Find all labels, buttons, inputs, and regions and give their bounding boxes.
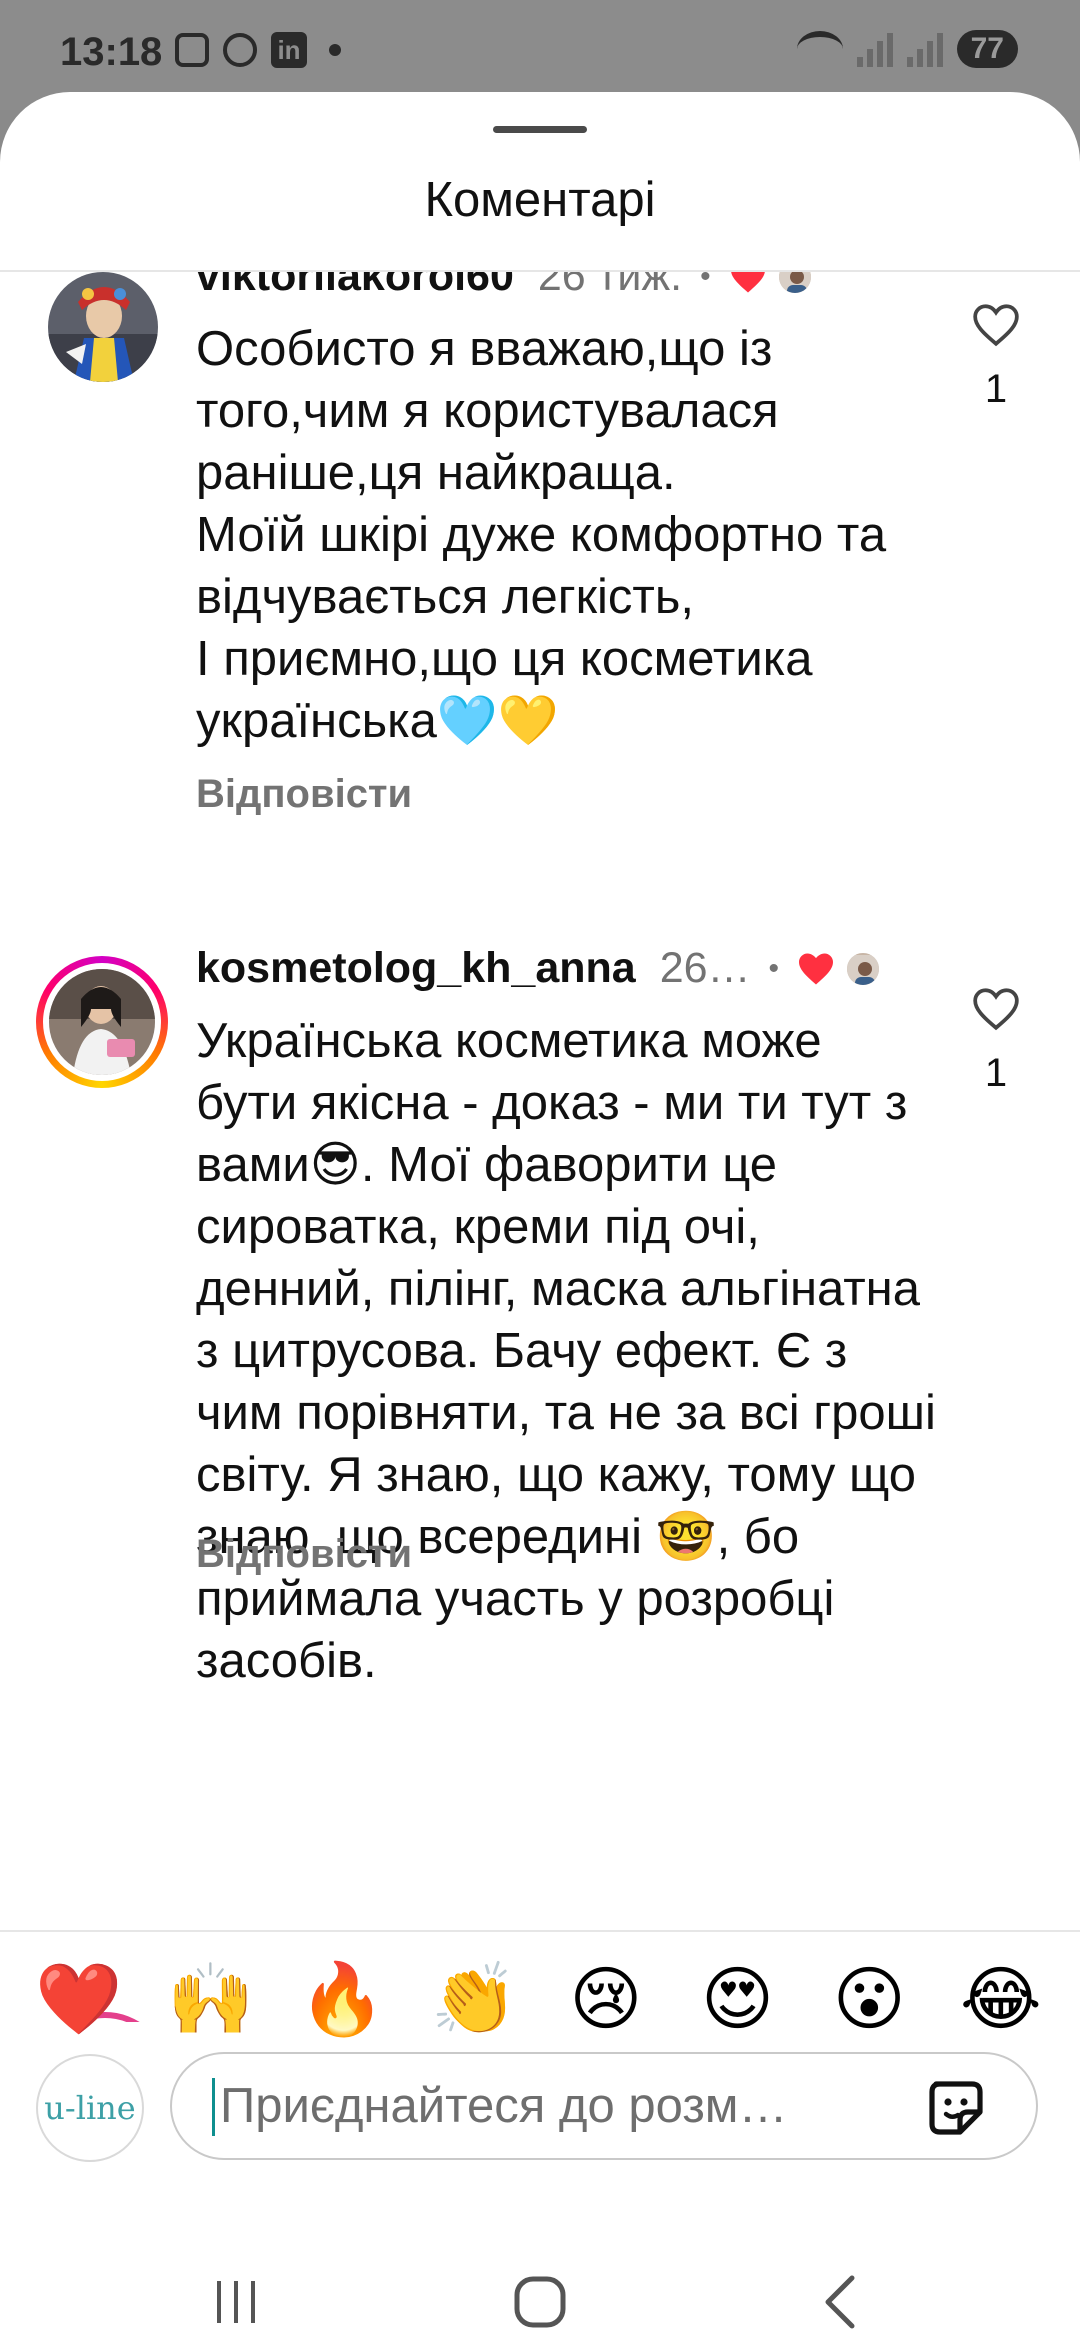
emoji-heart-eyes[interactable]: 😍 <box>693 1954 783 2044</box>
creator-liked-heart-icon <box>730 272 765 292</box>
recents-icon <box>217 2281 255 2323</box>
like-count: 1 <box>984 367 1008 411</box>
drag-handle[interactable] <box>493 126 587 133</box>
comment-text: Українська косметика може бути якісна - … <box>196 1014 950 1688</box>
system-icons: 77 <box>796 30 1018 68</box>
comment-time: 26 тиж. <box>537 272 683 300</box>
creator-mini-avatar <box>776 272 813 295</box>
back-icon <box>825 2275 855 2329</box>
system-nav-bar <box>0 2252 1080 2340</box>
comment-header: kosmetolog_kh_anna 26… • <box>196 944 882 993</box>
separator-dot: • <box>700 272 711 293</box>
emoji-raised-hands[interactable]: 🙌 <box>166 1954 256 2044</box>
comment-input[interactable]: Приєднайтеся до розм… <box>170 2052 1038 2160</box>
signal-icon <box>856 31 893 67</box>
avatar[interactable] <box>49 969 155 1075</box>
signal-icon-2 <box>906 31 943 67</box>
back-button[interactable] <box>780 2252 900 2340</box>
bottom-divider <box>0 1930 1080 1932</box>
emoji-fire[interactable]: 🔥 <box>297 1954 387 2044</box>
current-user-avatar: u-line <box>36 2054 144 2162</box>
heart-outline-icon[interactable] <box>971 302 1021 348</box>
more-notifications-dot <box>329 44 341 56</box>
emoji-clap[interactable]: 👏 <box>429 1954 519 2044</box>
comment-text: Особисто я вважаю,що із того,чим я корис… <box>196 322 887 748</box>
home-button[interactable] <box>480 2252 600 2340</box>
emoji-surprised[interactable]: 😮 <box>824 1954 914 2044</box>
threads-icon <box>223 33 257 67</box>
comment-input-placeholder[interactable]: Приєднайтеся до розм… <box>220 2078 920 2134</box>
sticker-icon[interactable] <box>924 2076 988 2140</box>
comment-username[interactable]: kosmetolog_kh_anna <box>196 944 636 993</box>
comment-composer: u-line Приєднайтеся до розм… <box>0 2052 1080 2172</box>
like-control[interactable]: 1 <box>970 986 1022 1096</box>
avatar-brand-text: u-line <box>44 2089 136 2127</box>
comment-username[interactable]: viktoriiakorol60 <box>196 272 514 301</box>
separator-dot: • <box>768 951 780 985</box>
emoji-laughing[interactable]: 😂 <box>956 1954 1046 2044</box>
linkedin-icon: in <box>271 32 307 68</box>
wifi-icon <box>796 31 843 67</box>
reply-button[interactable]: Відповісти <box>196 1532 412 1577</box>
recents-button[interactable] <box>176 2252 296 2340</box>
creator-mini-avatar <box>845 950 882 987</box>
emoji-heart[interactable]: ❤️ <box>34 1954 124 2044</box>
comments-sheet: Коментарі viktoriiakorol60 26 тиж. • Осо… <box>0 92 1080 2340</box>
avatar-story-ring[interactable] <box>36 956 168 1088</box>
comment-time: 26… <box>659 944 751 992</box>
comment-header: viktoriiakorol60 26 тиж. • <box>196 272 813 301</box>
emoji-crying[interactable]: 😢 <box>561 1954 651 2044</box>
avatar[interactable] <box>48 272 158 382</box>
home-icon <box>514 2276 566 2328</box>
heart-outline-icon[interactable] <box>971 986 1021 1032</box>
like-count: 1 <box>984 1051 1008 1095</box>
notification-icons: in <box>175 32 341 68</box>
creator-liked-heart-icon <box>799 953 834 984</box>
screenshot-icon <box>175 33 209 67</box>
battery-indicator: 77 <box>956 30 1018 68</box>
sheet-title: Коментарі <box>424 173 656 227</box>
status-time: 13:18 <box>60 30 163 74</box>
like-control[interactable]: 1 <box>970 302 1022 412</box>
comments-list[interactable]: viktoriiakorol60 26 тиж. • Особисто я вв… <box>0 272 1080 2022</box>
text-caret <box>212 2078 215 2136</box>
reply-button[interactable]: Відповісти <box>196 772 412 817</box>
emoji-reaction-bar: ❤️ 🙌 🔥 👏 😢 😍 😮 😂 <box>34 1954 1046 2044</box>
